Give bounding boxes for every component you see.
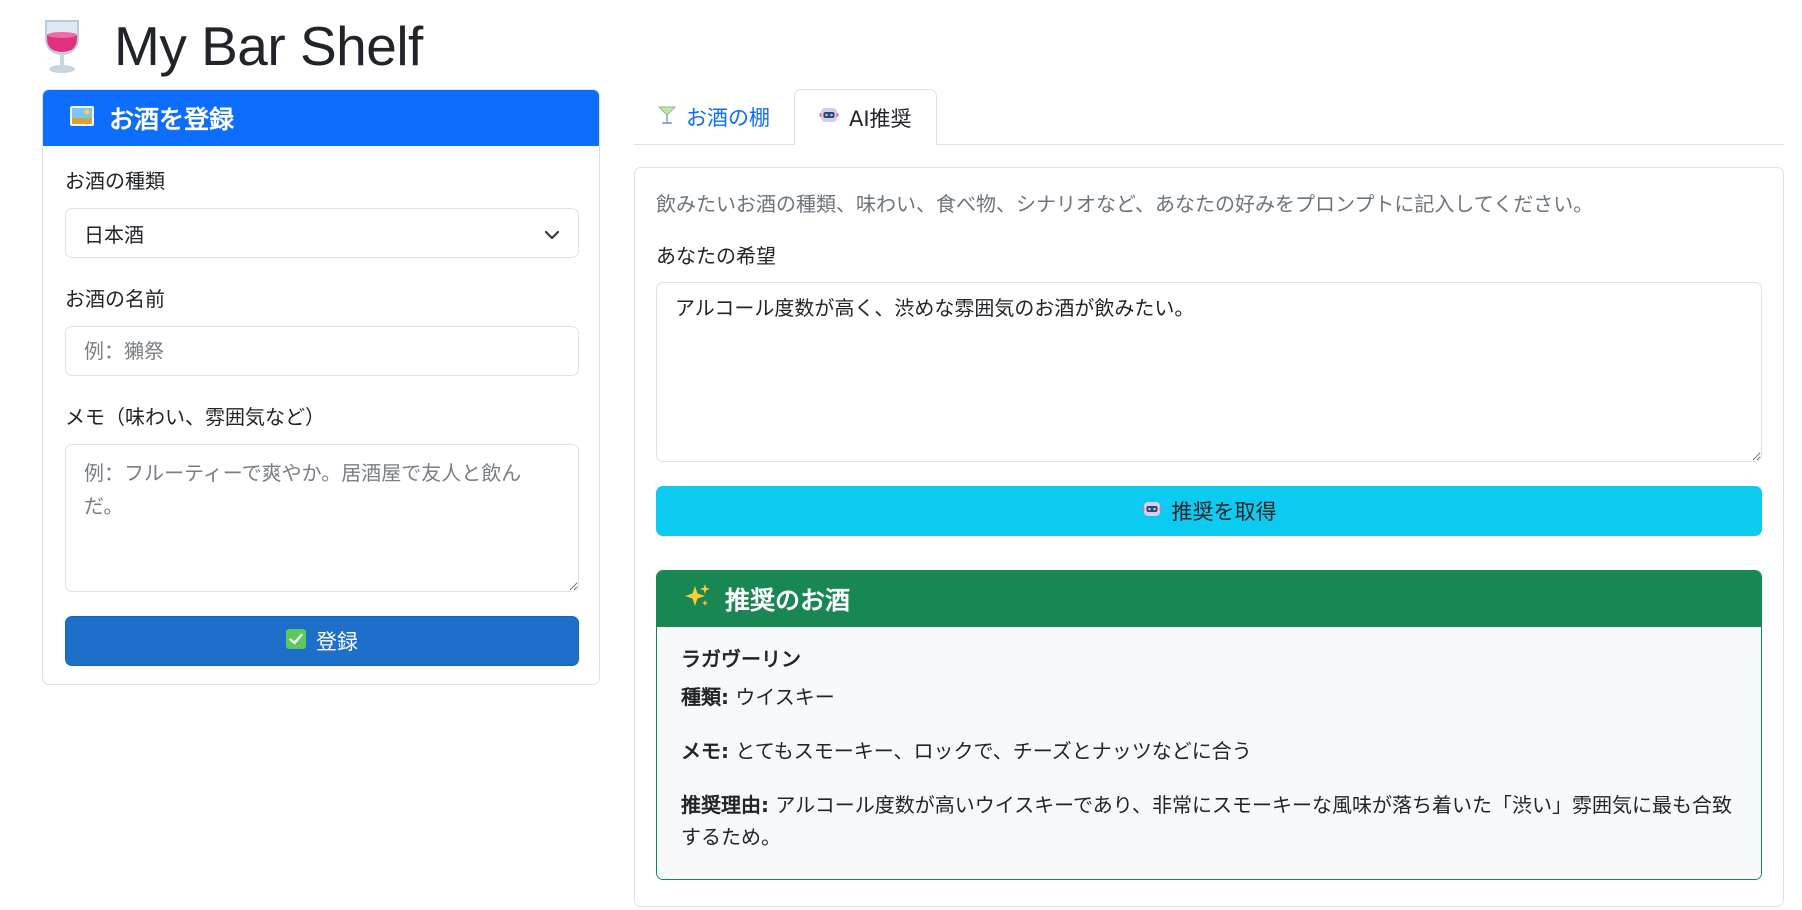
recommendation-body: ラガヴーリン 種類: ウイスキー メモ: とてもスモーキー、ロックで、チーズとナ… — [657, 627, 1761, 879]
reason-value: アルコール度数が高いウイスキーであり、非常にスモーキーな風味が落ち着いた「渋い」… — [681, 793, 1732, 849]
picture-icon — [69, 104, 95, 133]
recommendation-header: 推奨のお酒 — [657, 571, 1761, 627]
name-input[interactable] — [65, 326, 579, 376]
memo-textarea[interactable] — [65, 444, 579, 592]
memo-value: とてもスモーキー、ロックで、チーズとナッツなどに合う — [729, 739, 1252, 763]
wish-textarea[interactable]: アルコール度数が高く、渋めな雰囲気のお酒が飲みたい。 — [656, 282, 1762, 462]
tab-shelf-label: お酒の棚 — [686, 106, 770, 130]
type-select-value: 日本酒 — [84, 222, 144, 247]
register-button-label: 登録 — [316, 630, 358, 654]
type-label: お酒の種類 — [65, 169, 165, 193]
sparkles-icon — [683, 582, 711, 616]
tab-ai-recommend[interactable]: AI推奨 — [794, 89, 937, 146]
tab-shelf[interactable]: お酒の棚 — [634, 89, 794, 145]
tab-ai-recommend-label: AI推奨 — [849, 106, 912, 131]
ai-recommend-panel: 飲みたいお酒の種類、味わい、食べ物、シナリオなど、あなたの好みをプロンプトに記入… — [634, 167, 1784, 907]
cocktail-icon — [657, 105, 677, 130]
type-key: 種類: — [681, 685, 729, 709]
memo-label: メモ（味わい、雰囲気など） — [65, 405, 325, 429]
robot-icon — [1142, 499, 1162, 524]
ai-description: 飲みたいお酒の種類、味わい、食べ物、シナリオなど、あなたの好みをプロンプトに記入… — [656, 192, 1594, 216]
check-mark-icon — [286, 628, 306, 654]
app-header: My Bar Shelf — [40, 14, 423, 78]
name-label: お酒の名前 — [65, 287, 165, 311]
recommendation-title: 推奨のお酒 — [725, 586, 851, 615]
get-recommendation-button[interactable]: 推奨を取得 — [656, 486, 1762, 536]
type-value: ウイスキー — [729, 685, 835, 709]
chevron-down-icon — [544, 221, 560, 245]
type-select[interactable]: 日本酒 — [65, 208, 579, 258]
get-recommendation-label: 推奨を取得 — [1171, 500, 1277, 524]
register-card: お酒を登録 お酒の種類 日本酒 お酒の名前 メモ（味わい、雰囲気など） 登録 — [42, 89, 600, 685]
wine-glass-icon — [40, 17, 84, 75]
register-button[interactable]: 登録 — [65, 616, 579, 666]
register-card-title: お酒を登録 — [109, 105, 235, 134]
recommended-reason: 推奨理由: アルコール度数が高いウイスキーであり、非常にスモーキーな風味が落ち着… — [681, 789, 1737, 853]
recommendation-card: 推奨のお酒 ラガヴーリン 種類: ウイスキー メモ: とてもスモーキー、ロックで… — [656, 570, 1762, 880]
register-card-header: お酒を登録 — [43, 90, 599, 146]
recommended-memo: メモ: とてもスモーキー、ロックで、チーズとナッツなどに合う — [681, 735, 1737, 767]
reason-key: 推奨理由: — [681, 793, 769, 817]
tab-bar: お酒の棚 AI推奨 — [634, 89, 1784, 146]
robot-icon — [819, 105, 839, 130]
recommended-drink-name: ラガヴーリン — [681, 647, 801, 671]
memo-key: メモ: — [681, 739, 729, 763]
wish-label: あなたの希望 — [656, 244, 776, 268]
app-title: My Bar Shelf — [114, 15, 423, 77]
recommended-type: 種類: ウイスキー — [681, 681, 1737, 713]
